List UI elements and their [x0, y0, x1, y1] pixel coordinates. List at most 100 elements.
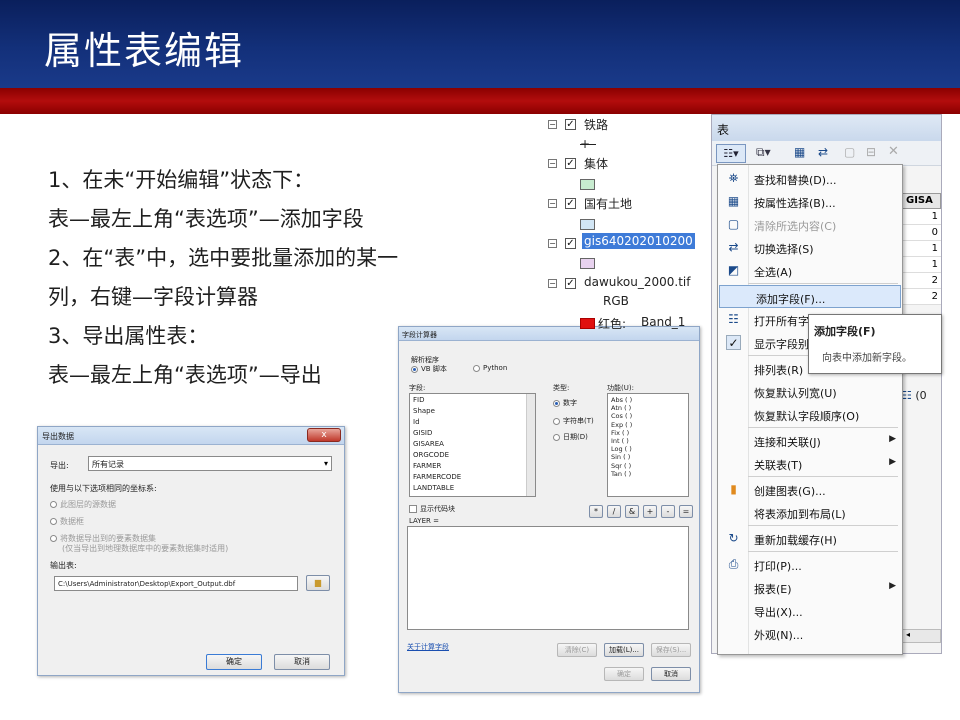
show-codeblock-checkbox[interactable]: 显示代码块 [409, 504, 455, 514]
function-item[interactable]: Tan ( ) [611, 470, 631, 478]
operator-button[interactable]: / [607, 505, 621, 518]
cancel-button[interactable]: 取消 [274, 654, 330, 670]
operator-button[interactable]: & [625, 505, 639, 518]
load-button[interactable]: 加载(L)... [604, 643, 644, 657]
field-item[interactable]: FARMERCODE [413, 473, 461, 481]
operator-button[interactable]: + [643, 505, 657, 518]
browse-folder-button[interactable]: ▆ [306, 575, 330, 591]
layer-visibility-checkbox[interactable]: ✓ [565, 119, 576, 130]
parser-python-radio[interactable]: Python [473, 364, 507, 372]
function-item[interactable]: Abs ( ) [611, 396, 632, 404]
table-cell[interactable]: 0 [902, 225, 941, 241]
layer-name[interactable]: 铁路 [584, 116, 608, 133]
table-cell[interactable]: 1 [902, 241, 941, 257]
output-path-field[interactable]: C:\Users\Administrator\Desktop\Export_Ou… [54, 576, 298, 591]
switch-selection-icon[interactable]: ⇄ [818, 145, 828, 159]
collapse-toggle[interactable]: − [548, 279, 557, 288]
field-item[interactable]: Shape [413, 407, 435, 415]
layer-name[interactable]: 集体 [584, 155, 608, 172]
menu-item[interactable]: ◩ 全选(A) [718, 259, 902, 282]
menu-item[interactable]: 关联表(T) ▶ [718, 452, 902, 475]
expression-label: LAYER = [409, 517, 439, 525]
scrollbar[interactable] [526, 394, 535, 496]
about-calc-link[interactable]: 关于计算字段 [407, 642, 449, 652]
close-icon[interactable]: ✕ [888, 144, 899, 159]
menu-item[interactable]: ⎙ 打印(P)... [718, 553, 902, 576]
menu-item[interactable]: ▢ 清除所选内容(C) [718, 213, 902, 236]
field-item[interactable]: FARMER [413, 462, 441, 470]
operator-button[interactable]: - [661, 505, 675, 518]
collapse-toggle[interactable]: − [548, 199, 557, 208]
layer-visibility-checkbox[interactable]: ✓ [565, 158, 576, 169]
menu-item[interactable]: 连接和关联(J) ▶ [718, 429, 902, 452]
expression-input[interactable] [407, 526, 689, 630]
type-number-radio[interactable]: 数字 [553, 398, 577, 408]
related-tables-icon[interactable]: ⧉▾ [756, 145, 771, 160]
menu-item[interactable]: 导出(X)... [718, 599, 902, 622]
type-date-radio[interactable]: 日期(D) [553, 432, 588, 442]
function-item[interactable]: Sqr ( ) [611, 462, 631, 470]
clear-button[interactable]: 清除(C) [557, 643, 597, 657]
table-cell[interactable]: 2 [902, 289, 941, 305]
menu-item[interactable]: 将表添加到布局(L) [718, 501, 902, 524]
option-data-frame[interactable]: 数据框 [50, 516, 84, 527]
menu-item[interactable]: 恢复默认字段顺序(O) [718, 403, 902, 426]
cancel-button[interactable]: 取消 [651, 667, 691, 681]
layer-name[interactable]: 国有土地 [584, 195, 632, 212]
function-item[interactable]: Cos ( ) [611, 412, 632, 420]
menu-item[interactable]: 外观(N)... [718, 622, 902, 645]
function-item[interactable]: Exp ( ) [611, 421, 632, 429]
delete-selected-icon[interactable]: ⊟ [866, 145, 876, 159]
tooltip-description: 向表中添加新字段。 [822, 353, 912, 364]
column-header[interactable]: GISA [902, 193, 941, 209]
horizontal-scrollbar[interactable]: ◂ [902, 629, 941, 643]
field-item[interactable]: GISAREA [413, 440, 444, 448]
menu-item[interactable]: ▮ 创建图表(G)... [718, 478, 902, 501]
collapse-toggle[interactable]: − [548, 159, 557, 168]
layer-visibility-checkbox[interactable]: ✓ [565, 278, 576, 289]
function-item[interactable]: Fix ( ) [611, 429, 629, 437]
menu-item[interactable]: ⛯ 查找和替换(D)... [718, 167, 902, 190]
field-item[interactable]: ORGCODE [413, 451, 449, 459]
collapse-toggle[interactable]: − [548, 120, 557, 129]
ok-button[interactable]: 确定 [604, 667, 644, 681]
fields-list[interactable]: FID Shape Id GISID GISAREA ORGCODE FARMER FARME… [409, 393, 536, 497]
menu-item[interactable]: ▦ 按属性选择(B)... [718, 190, 902, 213]
function-item[interactable]: Sin ( ) [611, 453, 630, 461]
option-source-data[interactable]: 此图层的源数据 [50, 499, 116, 510]
functions-list[interactable]: Abs ( ) Atn ( ) Cos ( ) Exp ( ) Fix ( ) Int (… [607, 393, 689, 497]
collapse-toggle[interactable]: − [548, 239, 557, 248]
table-cell[interactable]: 2 [902, 273, 941, 289]
export-select[interactable]: 所有记录 ▾ [88, 456, 332, 471]
function-item[interactable]: Int ( ) [611, 437, 629, 445]
menu-item[interactable]: 恢复默认列宽(U) [718, 380, 902, 403]
layer-visibility-checkbox[interactable]: ✓ [565, 238, 576, 249]
table-options-button[interactable]: ☷▾ [716, 144, 746, 163]
menu-item[interactable]: 报表(E) ▶ [718, 576, 902, 599]
field-item[interactable]: Id [413, 418, 420, 426]
clear-selection-icon[interactable]: ▢ [844, 145, 855, 159]
layer-name-selected[interactable]: gis640202010200 [582, 233, 695, 249]
field-item[interactable]: FID [413, 396, 424, 404]
table-cell[interactable]: 1 [902, 257, 941, 273]
menu-item[interactable]: 添加字段(F)... [719, 285, 901, 308]
field-item[interactable]: LANDTABLE [413, 484, 454, 492]
type-string-radio[interactable]: 字符串(T) [553, 416, 594, 426]
close-button[interactable]: x [307, 428, 341, 442]
operator-button[interactable]: = [679, 505, 693, 518]
check-icon: ✓ [726, 335, 741, 350]
table-cell[interactable]: 1 [902, 209, 941, 225]
table-of-contents: − ✓ 铁路 + − ✓ 集体 − ✓ 国有土地 − ✓ gis64020201… [540, 112, 710, 332]
parser-vb-radio[interactable]: VB 脚本 [411, 364, 447, 374]
save-button[interactable]: 保存(S)... [651, 643, 691, 657]
field-item[interactable]: GISID [413, 429, 432, 437]
select-by-attributes-icon[interactable]: ▦ [794, 145, 805, 159]
operator-button[interactable]: * [589, 505, 603, 518]
function-item[interactable]: Log ( ) [611, 445, 632, 453]
layer-name[interactable]: dawukou_2000.tif [584, 275, 690, 289]
function-item[interactable]: Atn ( ) [611, 404, 631, 412]
ok-button[interactable]: 确定 [206, 654, 262, 670]
menu-item[interactable]: ↻ 重新加载缓存(H) [718, 527, 902, 550]
layer-visibility-checkbox[interactable]: ✓ [565, 198, 576, 209]
menu-item[interactable]: ⇄ 切换选择(S) [718, 236, 902, 259]
